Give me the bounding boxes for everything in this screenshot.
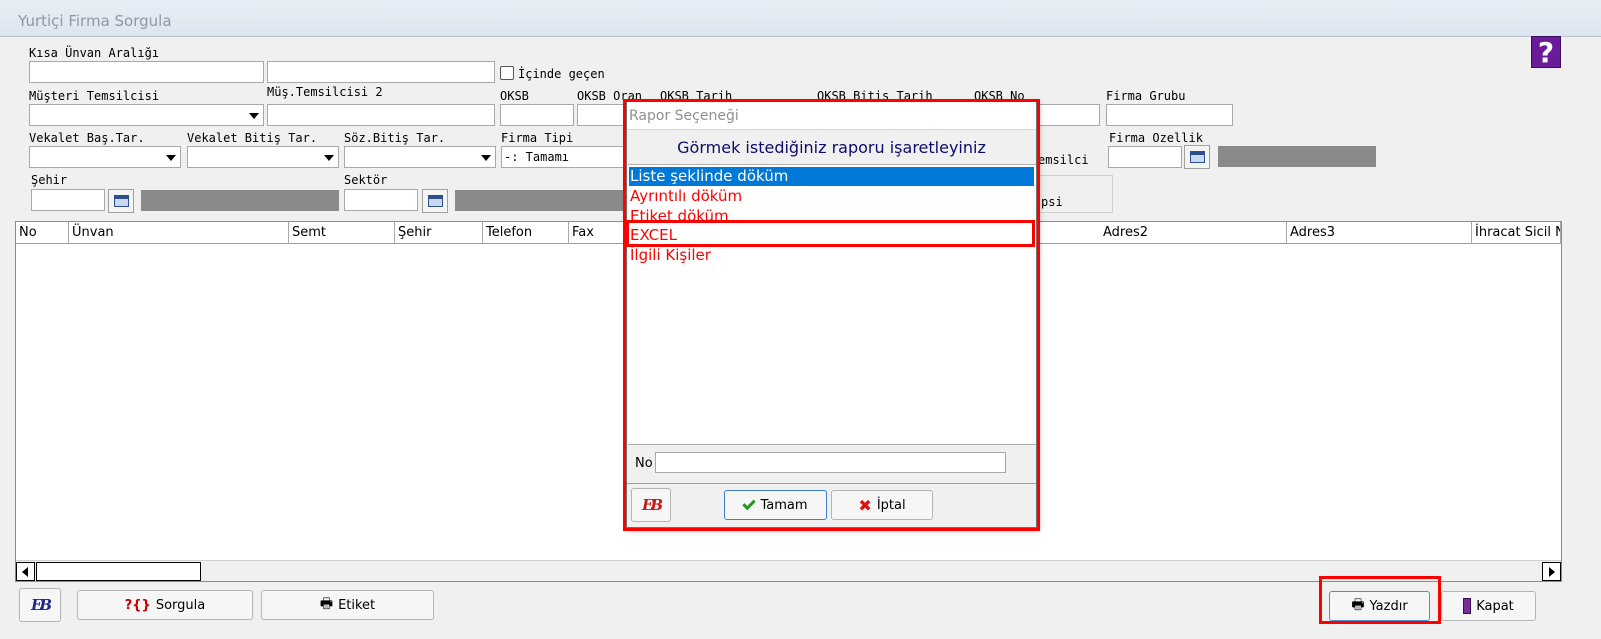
iptal-label: İptal [876,497,906,513]
scroll-thumb[interactable] [36,562,201,581]
etiket-button[interactable]: 🖶 Etiket [261,590,434,620]
icinde-gecen-checkbox[interactable] [500,66,514,80]
chevron-down-icon [481,155,491,161]
soz-bitis-label: Söz.Bitiş Tar. [344,131,446,145]
col-fax[interactable]: Fax [569,222,629,244]
yazdir-button[interactable]: 🖶 Yazdır [1329,591,1430,621]
firma-ozellik-label: Firma Ozellik [1109,131,1203,145]
report-option-liste[interactable]: Liste şeklinde döküm [629,167,1034,186]
report-option-ilgili-kisiler[interactable]: İlgili Kişiler [629,246,1034,265]
firma-grubu-label: Firma Grubu [1106,89,1186,103]
dialog-title: Rapor Seçeneği [629,108,739,124]
sehir-label: Şehir [31,173,68,187]
vekalet-bitis-label: Vekalet Bitiş Tar. [187,131,318,145]
report-options-list[interactable]: Liste şeklinde döküm Ayrıntılı döküm Eti… [628,164,1036,445]
firma-tipi-label: Firma Tipi [501,131,574,145]
icinde-gecen-label: İçinde geçen [518,67,605,81]
yazdir-label: Yazdır [1369,598,1408,614]
dialog-eb-logo: EB [631,488,671,522]
close-icon: ✖ [858,495,872,515]
calendar-icon[interactable] [1184,145,1210,169]
temsilci-label-fragment: emsilci [1038,153,1089,167]
sehir-input[interactable] [31,189,105,211]
sektor-label: Sektör [344,173,388,187]
vekalet-bas-label: Vekalet Baş.Tar. [29,131,145,145]
firma-ozellik-display [1218,146,1376,167]
vekalet-bas-combo[interactable] [29,146,181,168]
rapor-secenegi-dialog: Rapor Seçeneği Görmek istediğiniz raporu… [626,101,1037,528]
musteri-temsilcisi-label: Müşteri Temsilcisi [29,89,160,103]
vekalet-bitis-combo[interactable] [187,146,339,168]
col-sehir[interactable]: Şehir [395,222,483,244]
firma-grubu-input[interactable] [1106,104,1233,126]
iptal-button[interactable]: ✖ İptal [831,490,933,520]
oksb-label: OKSB [500,89,529,103]
no-input[interactable] [655,452,1006,473]
calendar-icon[interactable] [108,189,134,213]
tamam-label: Tamam [760,497,808,513]
arrow-left-icon [22,567,28,577]
dialog-heading: Görmek istediğiniz raporu işaretleyiniz [677,138,986,157]
group-box: psi [1038,175,1113,213]
etiket-label: Etiket [338,597,376,613]
oksb-oran-input[interactable] [577,104,627,126]
col-adres3[interactable]: Adres3 [1287,222,1472,244]
check-icon [742,496,757,510]
tamam-button[interactable]: Tamam [724,490,827,520]
print-icon: 🖶 [1351,597,1365,613]
sektor-display [455,190,627,211]
kisa-unvan-label: Kısa Ünvan Aralığı [29,46,160,60]
kapat-button[interactable]: Kapat [1441,591,1536,621]
scroll-right-button[interactable] [1542,562,1561,581]
kapat-label: Kapat [1476,598,1514,614]
printer-icon: 🖶 [319,596,334,612]
query-icon: ?{} [124,597,151,613]
eb-logo-icon: EB [641,496,663,514]
chevron-down-icon [249,113,259,119]
report-option-etiket[interactable]: Etiket döküm [629,207,1034,226]
eb-logo-icon: EB [30,596,52,614]
dialog-titlebar: Rapor Seçeneği [627,102,1036,130]
col-ihracat-sicil-no[interactable]: İhracat Sicil No [1472,222,1561,244]
oksb-no-input[interactable] [1038,104,1100,126]
sektor-input[interactable] [344,189,418,211]
dialog-separator [627,483,1036,484]
group-box-label-fragment: psi [1041,195,1063,209]
firma-ozellik-input[interactable] [1108,146,1182,168]
kisa-unvan-end-input[interactable] [267,61,495,83]
col-adres2[interactable]: Adres2 [1100,222,1287,244]
scroll-left-button[interactable] [16,562,35,581]
col-unvan[interactable]: Ünvan [69,222,289,244]
soz-bitis-combo[interactable] [344,146,496,168]
eb-logo-button[interactable]: EB [19,588,61,622]
no-label: No [635,456,653,471]
sorgula-label: Sorgula [155,597,206,613]
chevron-down-icon [166,155,176,161]
col-semt[interactable]: Semt [289,222,395,244]
report-option-excel[interactable]: EXCEL [629,226,1034,245]
mus-temsilcisi2-label: Müş.Temsilcisi 2 [267,85,383,99]
mus-temsilcisi2-input[interactable] [267,104,495,126]
arrow-right-icon [1549,567,1555,577]
window-title: Yurtiçi Firma Sorgula [18,12,172,30]
col-telefon[interactable]: Telefon [483,222,569,244]
col-no[interactable]: No [16,222,69,244]
horizontal-scrollbar[interactable] [16,560,1561,581]
firma-tipi-combo[interactable]: -: Tamamı [501,146,625,168]
sehir-display [141,190,339,211]
kisa-unvan-start-input[interactable] [29,61,264,83]
sorgula-button[interactable]: ?{} Sorgula [77,590,253,620]
report-option-ayrintili[interactable]: Ayrıntılı döküm [629,187,1034,206]
chevron-down-icon [324,155,334,161]
help-icon[interactable]: ? [1531,36,1561,69]
oksb-input[interactable] [500,104,574,126]
musteri-temsilcisi-combo[interactable] [29,104,264,126]
calendar-icon[interactable] [422,189,448,213]
window-titlebar: Yurtiçi Firma Sorgula [0,0,1601,37]
door-exit-icon [1463,598,1472,614]
